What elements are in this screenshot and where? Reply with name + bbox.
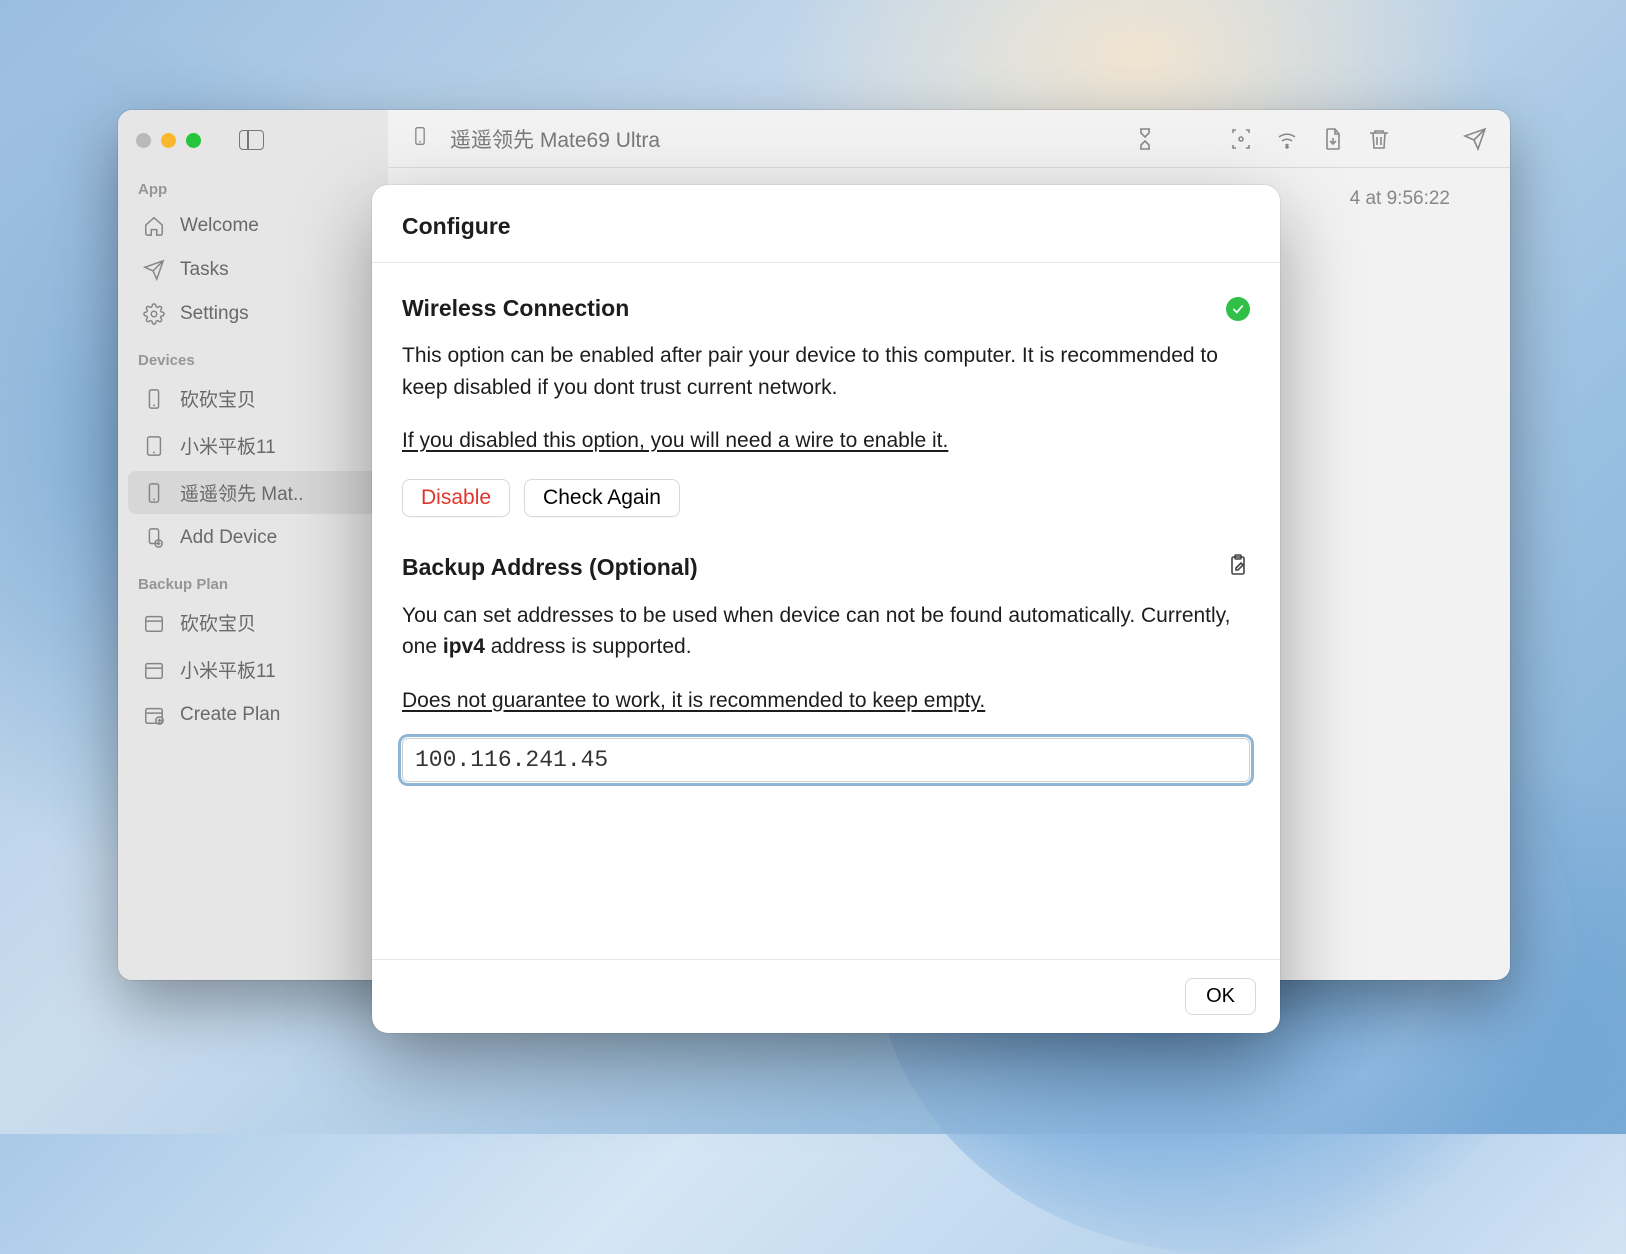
backup-address-input[interactable] <box>402 738 1250 782</box>
backup-address-description: You can set addresses to be used when de… <box>402 600 1250 663</box>
clipboard-edit-icon[interactable] <box>1226 553 1250 582</box>
wireless-section-title: Wireless Connection <box>402 295 629 322</box>
status-enabled-icon <box>1226 297 1250 321</box>
wireless-warning: If you disabled this option, you will ne… <box>402 425 1250 457</box>
modal-body: Wireless Connection This option can be e… <box>372 263 1280 959</box>
configure-modal: Configure Wireless Connection This optio… <box>372 185 1280 1033</box>
modal-overlay: Configure Wireless Connection This optio… <box>0 0 1626 1134</box>
ok-button[interactable]: OK <box>1185 978 1256 1015</box>
backup-address-title: Backup Address (Optional) <box>402 554 698 581</box>
modal-footer: OK <box>372 959 1280 1033</box>
modal-title: Configure <box>372 185 1280 263</box>
check-again-button[interactable]: Check Again <box>524 479 680 517</box>
disable-button[interactable]: Disable <box>402 479 510 517</box>
wireless-description: This option can be enabled after pair yo… <box>402 340 1250 403</box>
backup-address-warning: Does not guarantee to work, it is recomm… <box>402 685 1250 717</box>
